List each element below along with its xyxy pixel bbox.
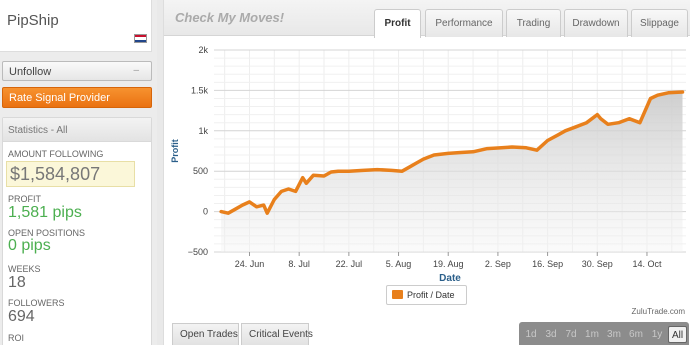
main-header: Check My Moves! Profit Performance Tradi… (164, 0, 690, 38)
y-axis-ticks: −500 0 500 1k 1.5k 2k (188, 45, 209, 257)
tab-open-trades[interactable]: Open Trades (172, 323, 239, 345)
minus-icon: – (133, 65, 139, 76)
range-1d[interactable]: 1d (521, 326, 541, 343)
range-3m[interactable]: 3m (603, 326, 625, 343)
profit-chart: −500 0 500 1k 1.5k 2k 24. Jun 8. Jul 22. Jul 5. … (170, 45, 686, 283)
amount-following-value: $1,584,807 (10, 164, 101, 184)
trader-profile-card: PipShip (0, 0, 152, 52)
x-tick-label: 8. Jul (288, 259, 310, 269)
range-6m[interactable]: 6m (625, 326, 647, 343)
legend-swatch (392, 290, 403, 299)
x-tick-label: 30. Sep (582, 259, 613, 269)
weeks-value: 18 (8, 274, 26, 291)
x-tick-label: 24. Jun (235, 259, 265, 269)
range-1m[interactable]: 1m (581, 326, 603, 343)
range-7d[interactable]: 7d (561, 326, 581, 343)
statistics-panel: Statistics - All AMOUNT FOLLOWING $1,584… (2, 117, 152, 345)
x-tick-label: 2. Sep (485, 259, 511, 269)
x-tick-label: 14. Oct (632, 259, 662, 269)
x-tick-label: 22. Jul (336, 259, 363, 269)
tab-trading[interactable]: Trading (506, 9, 561, 37)
x-tick-label: 5. Aug (386, 259, 412, 269)
roi-label: ROI (8, 333, 25, 343)
x-axis-ticks: 24. Jun 8. Jul 22. Jul 5. Aug 19. Aug 2. Sep 1… (235, 252, 662, 269)
rate-signal-provider-button[interactable]: Rate Signal Provider (2, 87, 152, 108)
statistics-header: Statistics - All (3, 118, 151, 142)
profit-value: 1,581 pips (8, 204, 82, 221)
unfollow-label: Unfollow (9, 66, 52, 78)
amount-following-label: AMOUNT FOLLOWING (8, 149, 104, 159)
range-all[interactable]: All (668, 326, 687, 343)
x-tick-label: 19. Aug (433, 259, 464, 269)
legend-label: Profit / Date (407, 290, 455, 300)
main-panel: Check My Moves! Profit Performance Tradi… (163, 0, 690, 345)
range-3d[interactable]: 3d (541, 326, 561, 343)
tab-drawdown[interactable]: Drawdown (564, 9, 628, 37)
tab-performance[interactable]: Performance (425, 9, 503, 37)
y-tick-label: 2k (198, 45, 208, 55)
y-axis-label: Profit (170, 139, 180, 163)
weeks-label: WEEKS (8, 264, 41, 274)
y-tick-label: 500 (193, 166, 208, 176)
trader-name: PipShip (7, 12, 59, 29)
x-axis-label: Date (439, 273, 461, 283)
range-selector: 1d 3d 7d 1m 3m 6m 1y All (519, 322, 689, 345)
chart-legend[interactable]: Profit / Date (386, 285, 467, 305)
followers-value: 694 (8, 308, 35, 325)
profit-area (221, 92, 683, 252)
page-title: Check My Moves! (175, 10, 285, 25)
y-tick-label: 0 (203, 207, 208, 217)
amount-following-box: $1,584,807 (6, 161, 135, 187)
open-positions-value: 0 pips (8, 237, 51, 254)
profit-label: PROFIT (8, 194, 41, 204)
tab-profit[interactable]: Profit (374, 9, 421, 38)
rate-label: Rate Signal Provider (9, 92, 110, 104)
chart-credit[interactable]: ZuluTrade.com (632, 307, 686, 316)
unfollow-button[interactable]: Unfollow – (2, 61, 152, 81)
tab-slippage[interactable]: Slippage (631, 9, 688, 37)
y-tick-label: 1k (198, 126, 208, 136)
followers-label: FOLLOWERS (8, 298, 65, 308)
tab-critical-events[interactable]: Critical Events (241, 323, 313, 345)
y-tick-label: 1.5k (191, 85, 209, 95)
range-1y[interactable]: 1y (647, 326, 667, 343)
x-tick-label: 16. Sep (532, 259, 563, 269)
netherlands-flag-icon (134, 34, 147, 43)
y-tick-label: −500 (188, 247, 208, 257)
left-panel: PipShip Unfollow – Rate Signal Provider … (0, 0, 157, 345)
